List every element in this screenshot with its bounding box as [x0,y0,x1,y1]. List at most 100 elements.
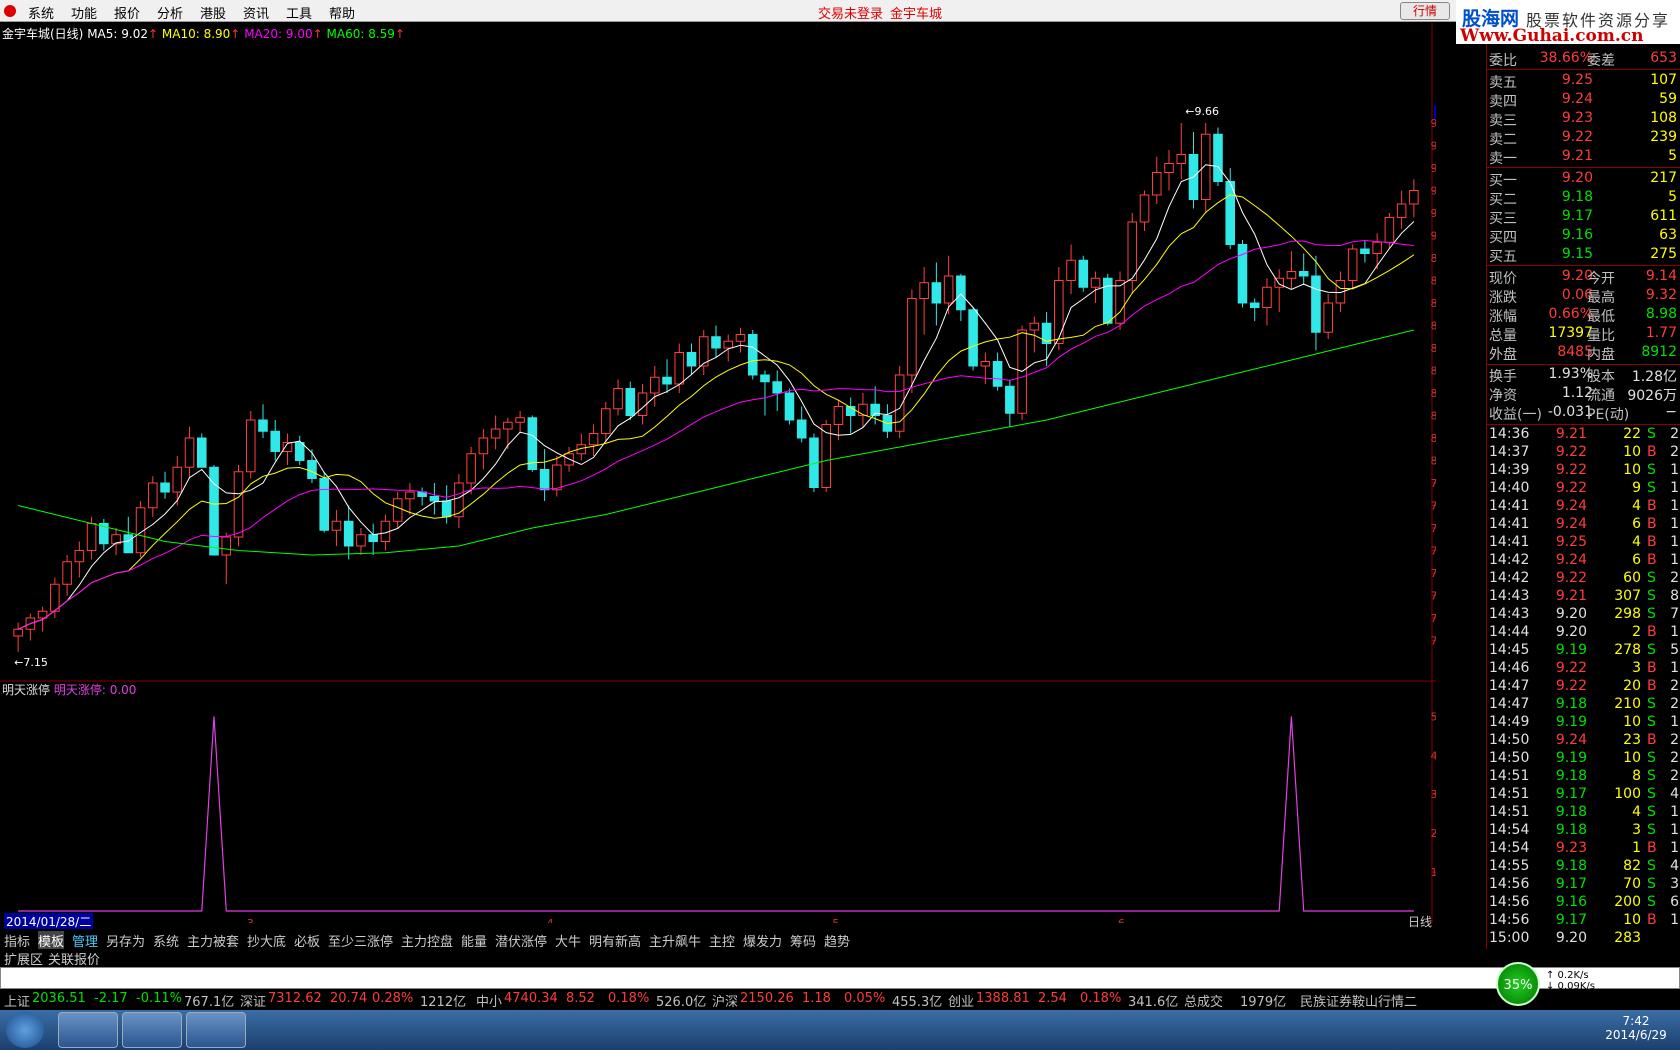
tick-row[interactable]: 14:46 9.22 3 B 1 [1487,660,1680,679]
quote-row[interactable]: 涨跌 0.06 最高 9.32 [1487,287,1680,306]
tick-row[interactable]: 14:47 9.22 20 B 2 [1487,678,1680,697]
toolbar-item[interactable]: 至少三涨停 [328,931,393,950]
quote-button[interactable]: 行情 [1400,2,1450,20]
chart-canvas[interactable]: 9.50 9.40 9.30 9.20 9.10 9.00 8.90 8.80 8.70 8.60… [0,23,1436,923]
toolbar-item[interactable]: 潜伏涨停 [495,931,547,950]
tick-row[interactable]: 14:51 9.18 4 S 1 [1487,804,1680,823]
command-input[interactable] [0,967,1680,989]
tick-price: 9.16 [1555,894,1587,910]
menu-help[interactable]: 帮助 [329,3,355,22]
tick-row[interactable]: 14:47 9.18 210 S 2 [1487,696,1680,715]
ask-row[interactable]: 卖三 9.23 108 [1487,110,1680,129]
tick-row[interactable]: 14:54 9.18 3 S 1 [1487,822,1680,841]
candle-body [490,428,501,439]
quote-value-2: 8912 [1641,344,1677,360]
tick-row[interactable]: 14:42 9.24 6 B 1 [1487,552,1680,571]
menu-analysis[interactable]: 分析 [157,3,183,22]
bid-row[interactable]: 买四 9.16 63 [1487,227,1680,246]
tick-row[interactable]: 14:50 9.19 10 S 2 [1487,750,1680,769]
ask-row[interactable]: 卖一 9.21 5 [1487,148,1680,167]
tick-volume: 3 [1632,660,1641,676]
quote-row[interactable]: 收益(一) -0.031 PE(动) − [1487,404,1680,423]
toolbar-item[interactable]: 能量 [461,931,487,950]
tick-count: 1 [1670,804,1679,820]
tick-row[interactable]: 14:36 9.21 22 S 2 [1487,426,1680,445]
toolbar-item[interactable]: 主力控盘 [401,931,453,950]
menu-hk[interactable]: 港股 [200,3,226,22]
system-clock[interactable]: 7:42 2014/6/29 [1596,1014,1676,1042]
indicator-tick-label: 3.00 [1431,788,1437,801]
index-name: 创业 [948,995,975,1010]
tick-row[interactable]: 14:43 9.21 307 S 8 [1487,588,1680,607]
tick-row[interactable]: 14:56 9.17 10 B 1 [1487,912,1680,931]
menu-function[interactable]: 功能 [71,3,97,22]
quote-row[interactable]: 外盘 8485 内盘 8912 [1487,344,1680,363]
weibi-row[interactable]: 委比 38.66% 委差 653 [1487,50,1680,69]
ask-row[interactable]: 卖五 9.25 107 [1487,72,1680,91]
toolbar-item[interactable]: 主力被套 [187,931,239,950]
toolbar-item[interactable]: 系统 [153,931,179,950]
toolbar-item[interactable]: 筹码 [790,931,816,950]
period-label[interactable]: 日线 [1408,913,1432,930]
tick-row[interactable]: 15:00 9.20 283 [1487,930,1680,949]
toolbar-item[interactable]: 管理 [72,931,98,950]
tick-row[interactable]: 14:55 9.18 82 S 4 [1487,858,1680,877]
bid-row[interactable]: 买二 9.18 5 [1487,189,1680,208]
bid-row[interactable]: 买三 9.17 611 [1487,208,1680,227]
tick-row[interactable]: 14:56 9.17 70 S 3 [1487,876,1680,895]
related-quote-tab[interactable]: 关联报价 [48,949,100,968]
kline-chart[interactable]: 9.50 9.40 9.30 9.20 9.10 9.00 8.90 8.80 8.70 8.60… [0,23,1436,930]
candle-body [907,298,917,376]
index-value: 4740.34 [504,991,558,1006]
toolbar-item[interactable]: 抄大底 [247,931,286,950]
toolbar-item[interactable]: 必板 [294,931,320,950]
toolbar-item[interactable]: 另存为 [106,931,145,950]
quote-row[interactable]: 净资 1.12 流通 9026万 [1487,385,1680,404]
quote-row[interactable]: 总量 17397 量比 1.77 [1487,325,1680,344]
menu-tools[interactable]: 工具 [286,3,312,22]
toolbar-item[interactable]: 爆发力 [743,931,782,950]
app-taskbar-icon[interactable] [122,1012,182,1048]
ask-row[interactable]: 卖二 9.22 239 [1487,129,1680,148]
menu-info[interactable]: 资讯 [243,3,269,22]
media-taskbar-icon[interactable] [186,1012,246,1048]
tick-row[interactable]: 14:54 9.23 1 B 1 [1487,840,1680,859]
tick-row[interactable]: 14:39 9.22 10 S 1 [1487,462,1680,481]
tick-price: 9.22 [1555,462,1587,478]
menu-quote[interactable]: 报价 [114,3,140,22]
tick-row[interactable]: 14:56 9.16 200 S 6 [1487,894,1680,913]
toolbar-item[interactable]: 主升飙牛 [649,931,701,950]
toolbar-item[interactable]: 趋势 [824,931,850,950]
quote-row[interactable]: 涨幅 0.66% 最低 8.98 [1487,306,1680,325]
tick-row[interactable]: 14:41 9.24 6 B 1 [1487,516,1680,535]
tick-row[interactable]: 14:41 9.24 4 B 1 [1487,498,1680,517]
toolbar-item[interactable]: 主控 [709,931,735,950]
tick-row[interactable]: 14:40 9.22 9 S 1 [1487,480,1680,499]
start-button-icon[interactable] [6,1012,44,1048]
ie-taskbar-icon[interactable] [58,1012,118,1048]
quote-row[interactable]: 换手 1.93% 股本 1.28亿 [1487,366,1680,385]
bid-row[interactable]: 买一 9.20 217 [1487,170,1680,189]
tick-row[interactable]: 14:51 9.18 8 S 2 [1487,768,1680,787]
toolbar-item[interactable]: 大牛 [555,931,581,950]
toolbar-item[interactable]: 明有新高 [589,931,641,950]
candle-body [392,498,403,522]
toolbar-item[interactable]: 模板 [38,931,65,950]
tick-row[interactable]: 14:37 9.22 10 B 2 [1487,444,1680,463]
ask-row[interactable]: 卖四 9.24 59 [1487,91,1680,110]
bid-row[interactable]: 买五 9.15 275 [1487,246,1680,265]
tick-row[interactable]: 14:41 9.25 4 B 1 [1487,534,1680,553]
tick-row[interactable]: 14:51 9.17 100 S 4 [1487,786,1680,805]
candle-body [466,453,476,484]
tick-row[interactable]: 14:49 9.19 10 S 1 [1487,714,1680,733]
toolbar-item[interactable]: 指标 [4,931,30,950]
tick-row[interactable]: 14:45 9.19 278 S 5 [1487,642,1680,661]
tick-row[interactable]: 14:43 9.20 298 S 7 [1487,606,1680,625]
tick-row[interactable]: 14:42 9.22 60 S 2 [1487,570,1680,589]
expand-area-tab[interactable]: 扩展区 [4,949,43,968]
quote-row[interactable]: 现价 9.20 今开 9.14 [1487,268,1680,287]
tick-row[interactable]: 14:44 9.20 2 B 1 [1487,624,1680,643]
tick-row[interactable]: 14:50 9.24 23 B 2 [1487,732,1680,751]
menu-system[interactable]: 系统 [28,3,54,22]
login-status[interactable]: 交易未登录 [818,3,883,22]
